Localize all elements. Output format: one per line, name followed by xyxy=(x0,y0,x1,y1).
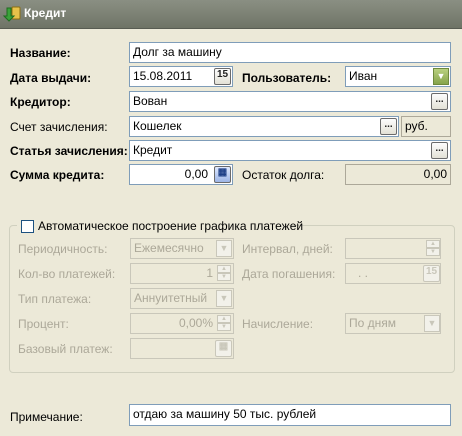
accrual-chevron-icon[interactable]: ▼ xyxy=(424,315,440,332)
amount-label: Сумма кредита: xyxy=(10,168,105,182)
calculator-icon[interactable]: ▦ xyxy=(214,166,231,183)
chevron-down-icon[interactable]: ▼ xyxy=(433,68,449,85)
interval-spinner[interactable]: ▲ ▼ xyxy=(426,240,440,257)
base-calculator-icon[interactable]: ▦ xyxy=(215,340,232,357)
accrual-label: Начисление: xyxy=(242,317,314,331)
window-title: Кредит xyxy=(24,6,67,20)
balance-label: Остаток долга: xyxy=(242,168,325,182)
article-label: Статья зачисления: xyxy=(10,144,128,158)
creditor-input[interactable]: Вован xyxy=(129,91,451,112)
percent-label: Процент: xyxy=(18,317,69,331)
account-label: Счет зачисления: xyxy=(10,120,108,134)
title-bar: Кредит xyxy=(0,0,462,29)
base-payment-label: Базовый платеж: xyxy=(18,342,113,356)
issue-date-label: Дата выдачи: xyxy=(10,71,92,85)
interval-label: Интервал, дней: xyxy=(242,242,333,256)
due-calendar-icon[interactable]: 15 xyxy=(423,265,440,282)
article-ellipsis-button[interactable]: ... xyxy=(431,142,448,159)
period-label: Периодичность: xyxy=(18,242,108,256)
balance-field: 0,00 xyxy=(345,164,451,185)
account-input[interactable]: Кошелек xyxy=(129,116,399,137)
count-spinner[interactable]: ▲ ▼ xyxy=(217,265,231,282)
payment-type-chevron-icon[interactable]: ▼ xyxy=(216,290,232,307)
name-input[interactable]: Долг за машину xyxy=(129,42,451,63)
payment-type-label: Тип платежа: xyxy=(18,292,92,306)
money-download-icon xyxy=(3,6,21,22)
note-input[interactable]: отдаю за машину 50 тыс. рублей xyxy=(129,404,451,426)
period-chevron-icon[interactable]: ▼ xyxy=(216,240,232,257)
count-label: Кол-во платежей: xyxy=(18,267,116,281)
auto-schedule-checkbox[interactable] xyxy=(21,220,34,233)
due-date-label: Дата погашения: xyxy=(242,267,336,281)
account-ellipsis-button[interactable]: ... xyxy=(380,118,397,135)
creditor-label: Кредитор: xyxy=(10,95,71,109)
name-label: Название: xyxy=(10,46,71,60)
auto-schedule-label: Автоматическое построение графика платеж… xyxy=(38,219,304,233)
percent-spinner[interactable]: ▲ ▼ xyxy=(217,315,231,332)
user-label: Пользователь: xyxy=(242,71,332,85)
article-input[interactable]: Кредит xyxy=(129,140,451,161)
calendar-icon[interactable]: 15 xyxy=(214,68,231,85)
note-label: Примечание: xyxy=(10,410,83,424)
currency-field: руб. xyxy=(401,116,451,137)
creditor-ellipsis-button[interactable]: ... xyxy=(431,93,448,110)
